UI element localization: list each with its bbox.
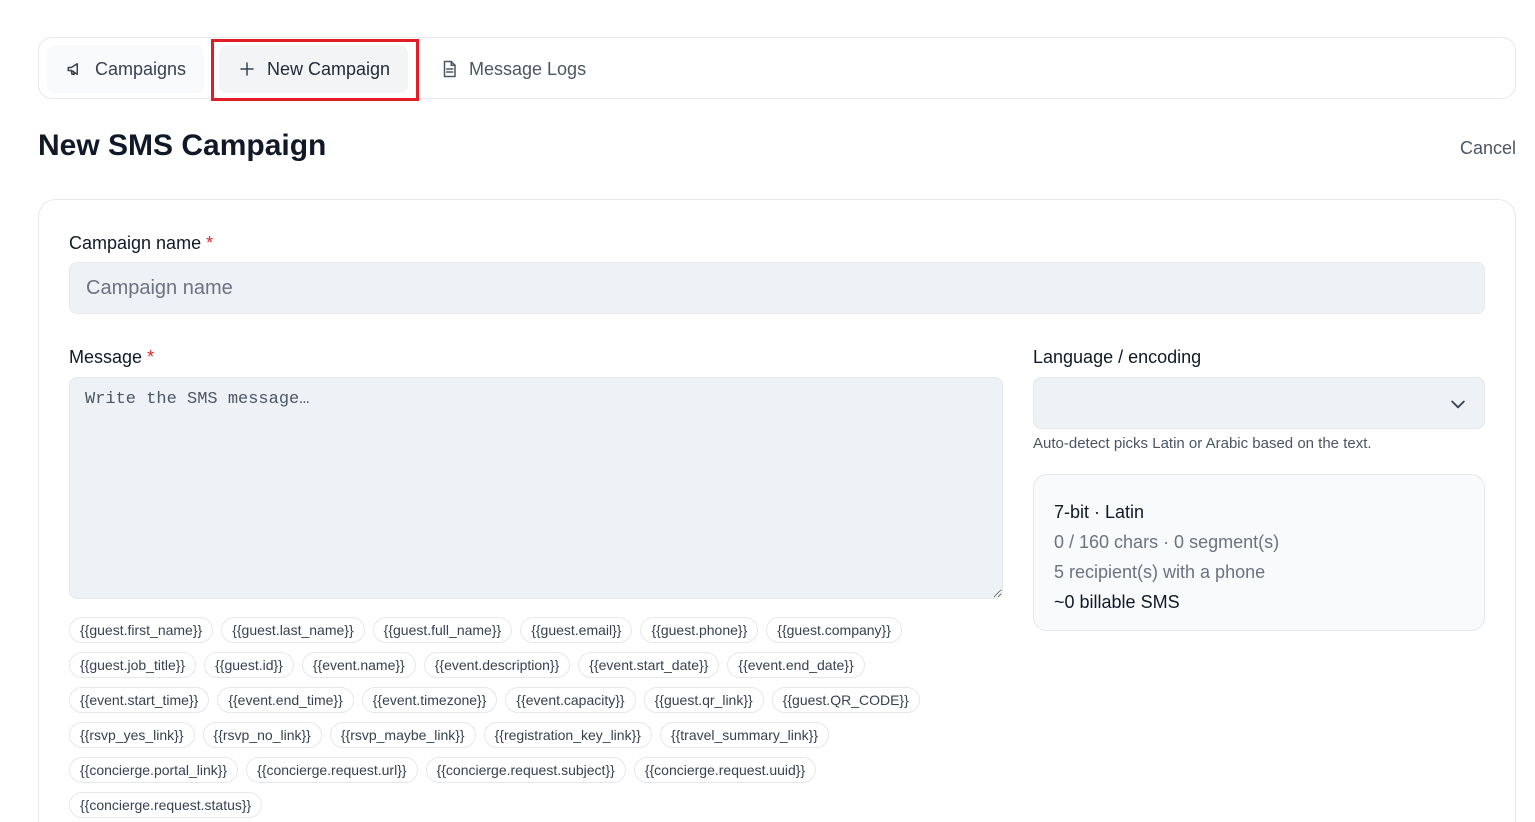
template-token[interactable]: {{concierge.request.uuid}} [633,757,817,783]
cancel-link[interactable]: Cancel [1460,138,1516,159]
message-label: Message * [69,347,154,368]
tab-bar: Campaigns New Campaign Message Logs [38,37,1516,99]
required-marker: * [206,233,214,253]
language-select[interactable] [1033,377,1485,429]
template-token[interactable]: {{guest.job_title}} [69,652,197,678]
template-token[interactable]: {{event.description}} [423,652,571,678]
campaign-form-card: Campaign name * Message * {{guest.first_… [38,199,1516,822]
template-token[interactable]: {{guest.last_name}} [221,617,365,643]
template-token[interactable]: {{guest.phone}} [640,617,759,643]
plus-icon [237,59,257,79]
template-token[interactable]: {{travel_summary_link}} [659,722,830,748]
template-token[interactable]: {{guest.QR_CODE}} [771,687,920,713]
template-tokens: {{guest.first_name}} {{guest.last_name}} {… [69,617,989,818]
template-token[interactable]: {{guest.company}} [766,617,902,643]
campaign-name-label-text: Campaign name [69,233,202,253]
encoding-stat: 7-bit · Latin [1054,502,1145,522]
template-token[interactable]: {{rsvp_yes_link}} [69,722,195,748]
tab-message-logs[interactable]: Message Logs [421,45,604,93]
template-token[interactable]: {{concierge.request.subject}} [425,757,626,783]
message-label-text: Message [69,347,143,367]
language-hint: Auto-detect picks Latin or Arabic based … [1033,435,1372,452]
tab-message-logs-label: Message Logs [469,58,587,79]
document-icon [439,59,459,79]
billable-stat: ~0 billable SMS [1054,592,1180,612]
template-token[interactable]: {{guest.id}} [204,652,294,678]
template-token[interactable]: {{event.end_date}} [727,652,865,678]
template-token[interactable]: {{event.name}} [301,652,416,678]
tab-campaigns-label: Campaigns [95,58,187,79]
template-token[interactable]: {{event.end_time}} [217,687,354,713]
template-token[interactable]: {{rsvp_no_link}} [202,722,322,748]
template-token[interactable]: {{guest.qr_link}} [643,687,764,713]
sms-stats-panel: 7-bit · Latin 0 / 160 chars · 0 segment(… [1033,474,1485,631]
template-token[interactable]: {{event.start_date}} [578,652,720,678]
tab-new-campaign[interactable]: New Campaign [219,45,409,93]
template-token[interactable]: {{concierge.portal_link}} [69,757,239,783]
message-textarea[interactable] [69,377,1003,599]
language-label: Language / encoding [1033,347,1202,367]
template-token[interactable]: {{registration_key_link}} [483,722,652,748]
recipients-stat: 5 recipient(s) with a phone [1054,562,1266,582]
template-token[interactable]: {{event.timezone}} [361,687,498,713]
template-token[interactable]: {{concierge.request.status}} [69,792,263,818]
template-token[interactable]: {{event.capacity}} [505,687,636,713]
page-title: New SMS Campaign [38,129,327,162]
template-token[interactable]: {{event.start_time}} [69,687,210,713]
chars-stat: 0 / 160 chars · 0 segment(s) [1054,532,1280,552]
template-token[interactable]: {{rsvp_maybe_link}} [329,722,476,748]
template-token[interactable]: {{guest.full_name}} [372,617,513,643]
megaphone-icon [65,59,85,79]
tab-new-campaign-label: New Campaign [267,58,391,79]
campaign-name-input[interactable] [69,262,1485,314]
template-token[interactable]: {{concierge.request.url}} [246,757,418,783]
template-token[interactable]: {{guest.first_name}} [69,617,214,643]
required-marker: * [147,347,155,367]
campaign-name-label: Campaign name * [69,233,213,254]
template-token[interactable]: {{guest.email}} [520,617,633,643]
chevron-down-icon [1448,394,1468,414]
tab-campaigns[interactable]: Campaigns [47,45,205,93]
